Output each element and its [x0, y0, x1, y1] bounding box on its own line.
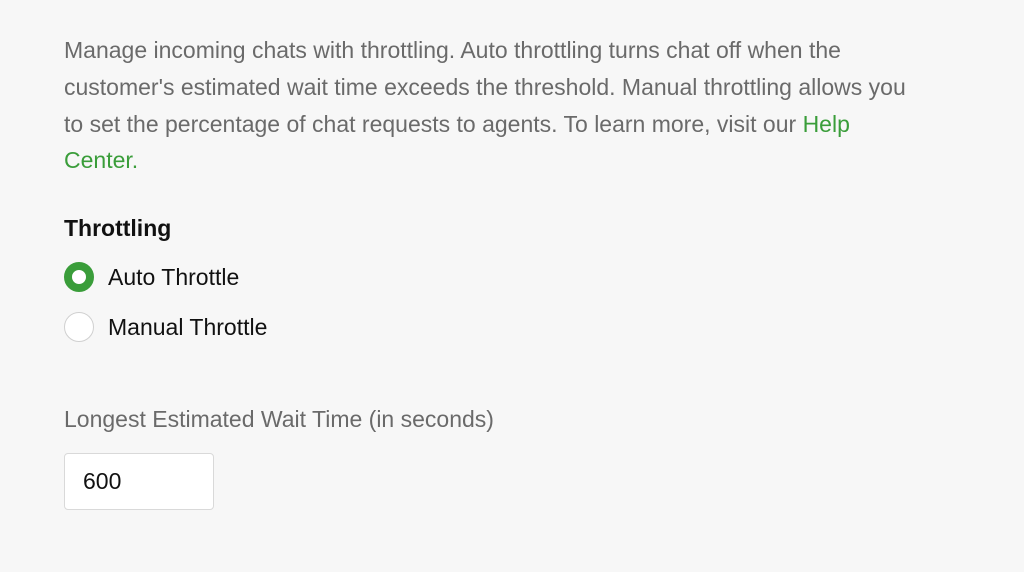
manual-throttle-label: Manual Throttle [108, 314, 267, 341]
throttling-radio-group: Auto Throttle Manual Throttle [64, 262, 960, 342]
description-text: Manage incoming chats with throttling. A… [64, 37, 906, 137]
throttling-section-title: Throttling [64, 215, 960, 242]
manual-throttle-option[interactable]: Manual Throttle [64, 312, 960, 342]
throttling-description: Manage incoming chats with throttling. A… [64, 32, 924, 179]
auto-throttle-option[interactable]: Auto Throttle [64, 262, 960, 292]
radio-selected-icon [64, 262, 94, 292]
wait-time-field: Longest Estimated Wait Time (in seconds) [64, 406, 960, 510]
wait-time-input[interactable] [64, 453, 214, 510]
auto-throttle-label: Auto Throttle [108, 264, 239, 291]
wait-time-label: Longest Estimated Wait Time (in seconds) [64, 406, 960, 433]
radio-unselected-icon [64, 312, 94, 342]
